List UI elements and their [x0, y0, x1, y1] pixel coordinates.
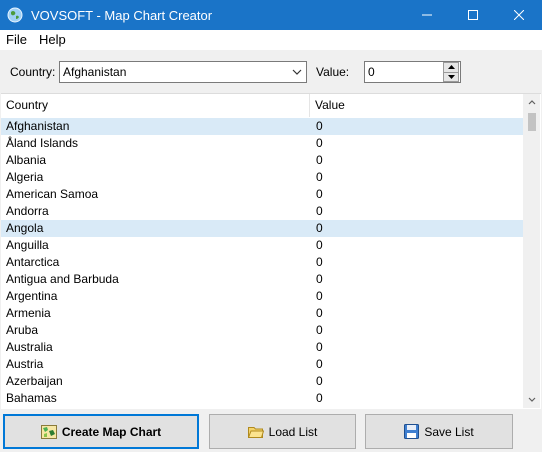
cell-value: 0 [316, 255, 323, 269]
cell-value: 0 [316, 306, 323, 320]
cell-country: Azerbaijan [6, 374, 63, 388]
table-row[interactable]: Austria 0 [1, 356, 523, 373]
map-chart-icon [40, 424, 57, 440]
country-list[interactable]: Country Value Afghanistan 0 Åland Islands 0… [1, 93, 541, 409]
table-row[interactable]: Bahamas 0 [1, 390, 523, 407]
table-row[interactable]: Anguilla 0 [1, 237, 523, 254]
cell-value: 0 [316, 323, 323, 337]
country-dropdown-value: Afghanistan [63, 65, 127, 79]
load-list-button[interactable]: Load List [209, 414, 356, 449]
scroll-up-button[interactable] [523, 94, 540, 111]
cell-value: 0 [316, 204, 323, 218]
cell-value: 0 [316, 391, 323, 405]
maximize-button[interactable] [450, 0, 496, 30]
title-bar: VOVSOFT - Map Chart Creator [0, 0, 542, 30]
table-row[interactable]: Antarctica 0 [1, 254, 523, 271]
cell-country: Albania [6, 153, 47, 167]
cell-value: 0 [316, 119, 323, 133]
folder-icon [247, 425, 264, 439]
cell-country: Aruba [6, 323, 39, 337]
table-row[interactable]: Argentina 0 [1, 288, 523, 305]
arrow-down-icon [447, 74, 455, 79]
column-header-value[interactable]: Value [310, 94, 523, 117]
cell-value: 0 [316, 289, 323, 303]
table-row[interactable]: Aruba 0 [1, 322, 523, 339]
scroll-down-button[interactable] [523, 391, 540, 408]
globe-icon [7, 7, 23, 23]
create-map-chart-button[interactable]: Create Map Chart [3, 414, 199, 449]
cell-country: Angola [6, 221, 44, 235]
cell-country: American Samoa [6, 187, 99, 201]
cell-country: Antigua and Barbuda [6, 272, 119, 286]
value-label: Value: [316, 65, 350, 79]
cell-value: 0 [316, 221, 323, 235]
table-row[interactable]: Angola 0 [1, 220, 523, 237]
cell-country: Algeria [6, 170, 44, 184]
cell-country: Åland Islands [6, 136, 79, 150]
cell-country: Antarctica [6, 255, 60, 269]
cell-value: 0 [316, 340, 323, 354]
close-icon [514, 10, 524, 20]
button-bar: Create Map Chart Load List Save List [0, 410, 542, 452]
value-spinner-value[interactable]: 0 [365, 65, 443, 79]
minimize-button[interactable] [404, 0, 450, 30]
window-title: VOVSOFT - Map Chart Creator [31, 7, 213, 23]
cell-value: 0 [316, 136, 323, 150]
cell-country: Armenia [6, 306, 51, 320]
table-row[interactable]: Azerbaijan 0 [1, 373, 523, 390]
cell-country: Bahamas [6, 391, 57, 405]
save-list-label: Save List [424, 424, 474, 439]
column-header-country[interactable]: Country [1, 94, 309, 117]
close-button[interactable] [496, 0, 542, 30]
cell-value: 0 [316, 153, 323, 167]
vertical-scrollbar[interactable] [523, 94, 540, 408]
country-label: Country: [10, 65, 56, 79]
cell-country: Afghanistan [6, 119, 70, 133]
cell-value: 0 [316, 374, 323, 388]
scrollbar-thumb[interactable] [528, 113, 536, 131]
cell-country: Andorra [6, 204, 49, 218]
table-row[interactable]: Albania 0 [1, 152, 523, 169]
chevron-down-icon [528, 397, 535, 402]
table-row[interactable]: American Samoa 0 [1, 186, 523, 203]
save-list-button[interactable]: Save List [365, 414, 513, 449]
menu-help[interactable]: Help [33, 30, 72, 50]
cell-country: Austria [6, 357, 44, 371]
table-row[interactable]: Antigua and Barbuda 0 [1, 271, 523, 288]
table-row[interactable]: Andorra 0 [1, 203, 523, 220]
floppy-disk-icon [404, 424, 420, 439]
table-row[interactable]: Algeria 0 [1, 169, 523, 186]
spin-up-button[interactable] [443, 62, 459, 73]
cell-country: Argentina [6, 289, 58, 303]
menu-file[interactable]: File [0, 30, 33, 50]
cell-value: 0 [316, 357, 323, 371]
input-toolbar: Country: Afghanistan Value: 0 [0, 50, 542, 92]
value-spinner[interactable]: 0 [364, 61, 461, 83]
cell-value: 0 [316, 238, 323, 252]
cell-value: 0 [316, 170, 323, 184]
cell-value: 0 [316, 272, 323, 286]
minimize-icon [422, 14, 432, 16]
menu-bar: File Help [0, 30, 542, 50]
table-row[interactable]: Armenia 0 [1, 305, 523, 322]
create-map-chart-label: Create Map Chart [61, 424, 162, 439]
table-row[interactable]: Australia 0 [1, 339, 523, 356]
table-row[interactable]: Åland Islands 0 [1, 135, 523, 152]
chevron-down-icon[interactable] [288, 62, 306, 82]
spinner-buttons [443, 62, 459, 82]
country-dropdown[interactable]: Afghanistan [59, 61, 307, 83]
load-list-label: Load List [268, 424, 318, 439]
cell-country: Anguilla [6, 238, 49, 252]
list-header: Country Value [1, 94, 523, 117]
arrow-up-icon [447, 65, 455, 70]
table-row[interactable]: Afghanistan 0 [1, 118, 523, 135]
spin-down-button[interactable] [443, 72, 459, 82]
chevron-up-icon [528, 100, 535, 105]
cell-value: 0 [316, 187, 323, 201]
list-rows: Afghanistan 0 Åland Islands 0 Albania 0 Algeri… [1, 118, 523, 407]
maximize-icon [468, 10, 478, 20]
cell-country: Australia [6, 340, 53, 354]
